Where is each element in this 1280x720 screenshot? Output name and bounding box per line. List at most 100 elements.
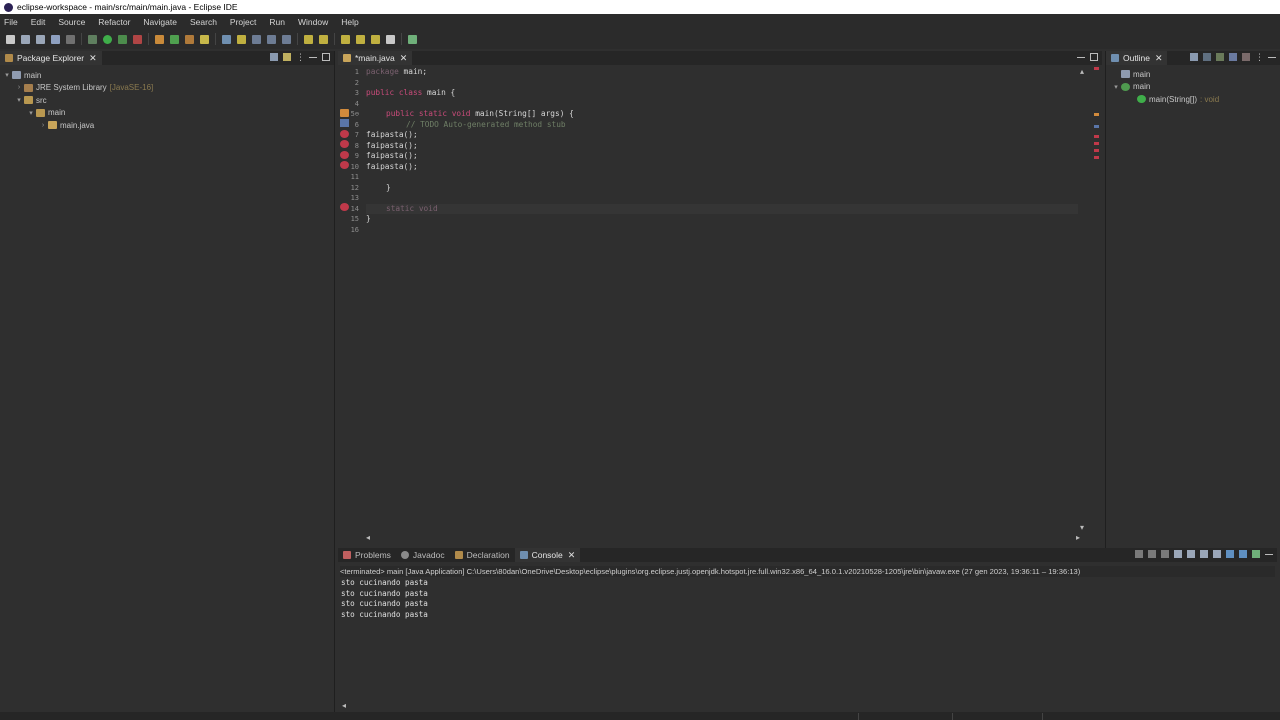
close-icon[interactable]: ✕	[1155, 53, 1163, 64]
console-output[interactable]: sto cucinando pasta sto cucinando pasta …	[341, 578, 428, 620]
open-perspective-icon[interactable]	[408, 34, 417, 44]
save-all-icon[interactable]	[36, 34, 45, 44]
code-line[interactable]: faipasta();	[366, 162, 1078, 173]
chevron-down-icon[interactable]: ▾	[27, 109, 35, 117]
sort-icon[interactable]	[1203, 53, 1211, 61]
new-java-project-icon[interactable]	[155, 34, 164, 44]
menu-navigate[interactable]: Navigate	[143, 17, 177, 27]
chevron-down-icon[interactable]: ▾	[3, 71, 11, 79]
scroll-left-icon[interactable]: ◂	[342, 701, 346, 710]
minimize-icon[interactable]	[309, 53, 317, 58]
menu-refactor[interactable]: Refactor	[98, 17, 130, 27]
tree-item-package-main[interactable]: ▾ main	[0, 107, 334, 120]
new-icon[interactable]	[6, 34, 15, 44]
chevron-down-icon[interactable]: ▾	[15, 96, 23, 104]
editor-vertical-scrollbar[interactable]: ▴ ▾	[1080, 67, 1090, 532]
tab-outline[interactable]: Outline ✕	[1106, 51, 1168, 65]
tab-problems[interactable]: Problems	[338, 548, 396, 562]
code-line[interactable]: public class main {	[366, 88, 1078, 99]
view-menu-icon[interactable]: ⋮	[1255, 53, 1264, 62]
minimize-icon[interactable]	[1077, 53, 1085, 58]
toggle-breadcrumb-icon[interactable]	[252, 34, 261, 44]
task-marker[interactable]	[1094, 125, 1099, 128]
tab-main-java[interactable]: *main.java ✕	[338, 51, 413, 65]
menu-source[interactable]: Source	[58, 17, 85, 27]
new-console-icon[interactable]	[1252, 550, 1260, 558]
open-console-icon[interactable]	[1239, 550, 1247, 558]
toggle-icon[interactable]	[66, 34, 75, 44]
collapse-all-icon[interactable]	[270, 53, 278, 61]
scroll-lock-icon[interactable]	[1187, 550, 1195, 558]
code-area[interactable]: package main; public class main { public…	[366, 67, 1078, 530]
forward-arrow-icon[interactable]	[371, 34, 380, 44]
code-line[interactable]: package main;	[366, 67, 1078, 78]
clear-console-icon[interactable]	[1174, 550, 1182, 558]
code-line[interactable]: // TODO Auto-generated method stub	[366, 120, 1078, 131]
hide-fields-icon[interactable]	[1216, 53, 1224, 61]
chevron-right-icon[interactable]: ›	[39, 122, 47, 129]
warning-marker[interactable]	[1094, 113, 1099, 116]
error-marker[interactable]	[1094, 67, 1099, 70]
word-wrap-icon[interactable]	[1200, 550, 1208, 558]
tab-declaration[interactable]: Declaration	[450, 548, 515, 562]
navigate-forward-icon[interactable]	[386, 34, 395, 44]
pen-icon[interactable]	[237, 34, 246, 44]
view-menu-icon[interactable]: ⋮	[296, 53, 305, 62]
maximize-icon[interactable]	[1090, 53, 1098, 61]
print-icon[interactable]	[51, 34, 60, 44]
task-icon[interactable]	[222, 34, 231, 44]
menu-window[interactable]: Window	[298, 17, 328, 27]
maximize-icon[interactable]	[322, 53, 330, 61]
outline-item-package[interactable]: main	[1106, 68, 1280, 81]
menu-run[interactable]: Run	[269, 17, 285, 27]
close-icon[interactable]: ✕	[568, 550, 576, 561]
editor-horizontal-scrollbar[interactable]: ◂ ▸	[366, 532, 1080, 542]
display-console-icon[interactable]	[1226, 550, 1234, 558]
menu-search[interactable]: Search	[190, 17, 217, 27]
tree-item-jre-library[interactable]: › JRE System Library [JavaSE-16]	[0, 82, 334, 95]
search-icon[interactable]	[200, 34, 209, 44]
coverage-icon[interactable]	[118, 34, 127, 44]
chevron-down-icon[interactable]: ▾	[1112, 83, 1120, 91]
open-type-icon[interactable]	[185, 34, 194, 44]
save-icon[interactable]	[21, 34, 30, 44]
code-line[interactable]: }	[366, 214, 1078, 225]
hide-static-icon[interactable]	[1229, 53, 1237, 61]
scroll-left-icon[interactable]: ◂	[366, 533, 370, 542]
error-marker[interactable]	[1094, 135, 1099, 138]
link-editor-icon[interactable]	[283, 53, 291, 61]
tree-item-src[interactable]: ▾ src	[0, 94, 334, 107]
debug-icon[interactable]	[88, 34, 97, 44]
tree-item-project-main[interactable]: ▾ main	[0, 69, 334, 82]
minimize-icon[interactable]	[1265, 550, 1273, 555]
outline-item-class[interactable]: ▾ main	[1106, 81, 1280, 94]
outline-item-method[interactable]: main(String[]) : void	[1106, 93, 1280, 106]
menu-file[interactable]: File	[4, 17, 18, 27]
scroll-right-icon[interactable]: ▸	[1076, 533, 1080, 542]
error-marker[interactable]	[1094, 156, 1099, 159]
close-icon[interactable]: ✕	[89, 53, 97, 64]
block-selection-icon[interactable]	[267, 34, 276, 44]
tab-console[interactable]: Console ✕	[514, 548, 581, 562]
remove-launch-icon[interactable]	[1148, 550, 1156, 558]
menu-project[interactable]: Project	[230, 17, 256, 27]
code-line[interactable]: faipasta();	[366, 130, 1078, 141]
collapse-all-icon[interactable]	[1190, 53, 1198, 61]
scroll-down-icon[interactable]: ▾	[1080, 523, 1084, 532]
menu-edit[interactable]: Edit	[31, 17, 46, 27]
show-whitespace-icon[interactable]	[282, 34, 291, 44]
minimize-icon[interactable]	[1268, 53, 1276, 58]
code-line[interactable]: faipasta();	[366, 151, 1078, 162]
remove-all-icon[interactable]	[1161, 550, 1169, 558]
overview-ruler[interactable]	[1093, 67, 1100, 530]
menu-help[interactable]: Help	[341, 17, 358, 27]
tab-package-explorer[interactable]: Package Explorer ✕	[0, 51, 102, 65]
hide-nonpublic-icon[interactable]	[1242, 53, 1250, 61]
new-class-icon[interactable]	[170, 34, 179, 44]
scroll-up-icon[interactable]: ▴	[1080, 67, 1084, 76]
code-line[interactable]: public static void main(String[] args) {	[366, 109, 1078, 120]
tree-item-main-java[interactable]: › main.java	[0, 119, 334, 132]
error-marker[interactable]	[1094, 142, 1099, 145]
external-tools-icon[interactable]	[133, 34, 142, 44]
run-icon[interactable]	[103, 34, 112, 44]
